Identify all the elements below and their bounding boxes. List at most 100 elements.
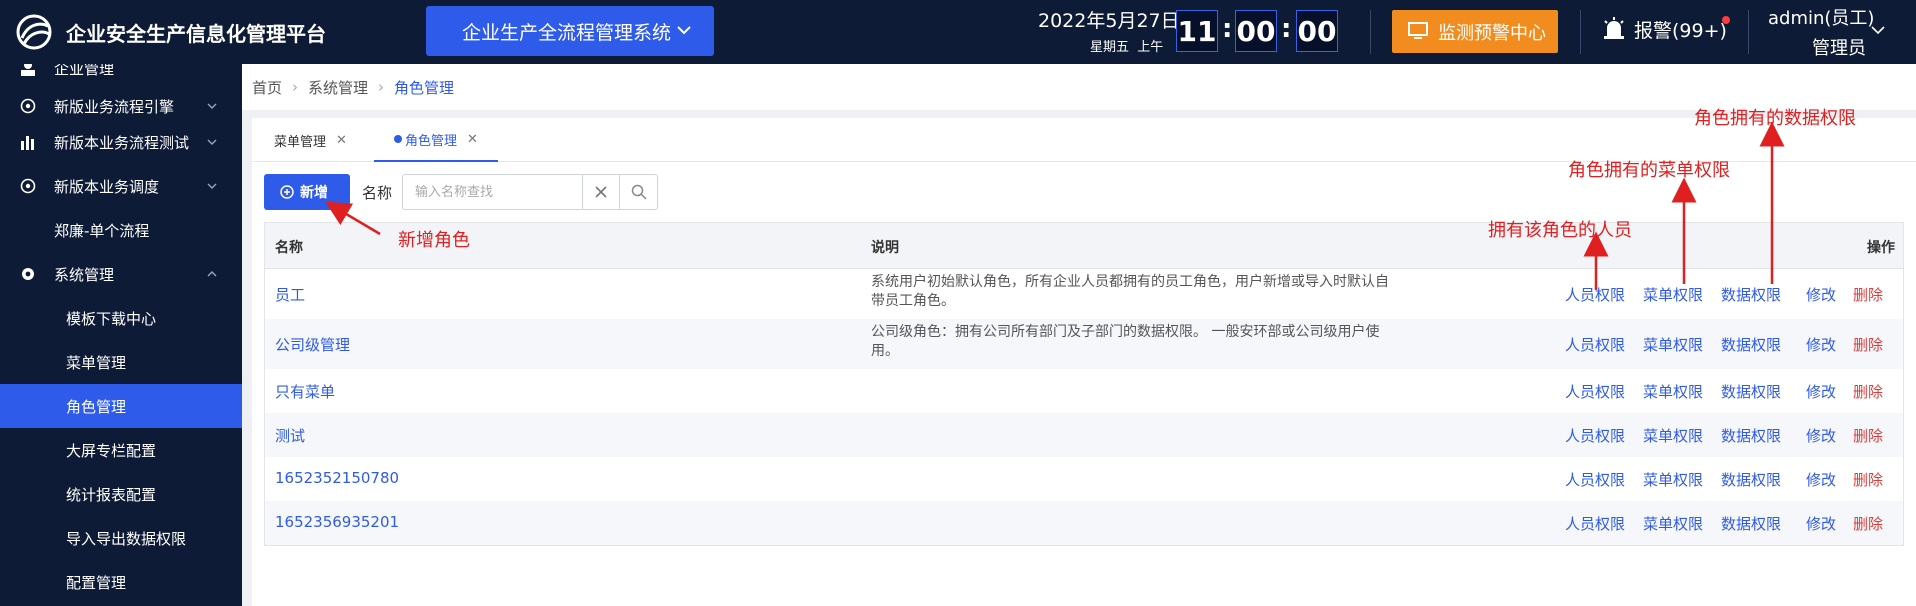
annotation-menu-permission: 角色拥有的菜单权限: [1568, 160, 1730, 181]
alarm-badge-dot: [1722, 16, 1730, 24]
sidebar-item-workflow-test[interactable]: 新版本业务流程测试: [0, 120, 242, 164]
sidebar-item-import-export-permission[interactable]: 导入导出数据权限: [0, 516, 242, 560]
sidebar-item-system-management[interactable]: 系统管理: [0, 252, 242, 296]
role-description: 公司级角色：拥有公司所有部门及子部门的数据权限。 一般安环部或公司级用户使 用。: [871, 323, 1451, 361]
gear-icon: [22, 268, 34, 280]
sidebar-item-role-management[interactable]: 角色管理: [0, 384, 242, 428]
people-permission-link[interactable]: 人员权限: [1565, 381, 1625, 402]
alarm-label: 报警(99+): [1634, 20, 1727, 42]
sidebar-item-config-management[interactable]: 配置管理: [0, 560, 242, 604]
user-name[interactable]: admin(员工): [1768, 4, 1874, 30]
people-permission-link[interactable]: 人员权限: [1565, 513, 1625, 534]
content-panel: 菜单管理 ✕ 角色管理 ✕ 新增 名称 名称 说明 操作 员工 系统用户初始默认角…: [252, 118, 1916, 606]
bar-chart-icon: [21, 136, 34, 150]
menu-permission-link[interactable]: 菜单权限: [1643, 425, 1703, 446]
role-name-link[interactable]: 只有菜单: [275, 381, 335, 402]
edit-link[interactable]: 修改: [1806, 381, 1836, 402]
data-permission-link[interactable]: 数据权限: [1721, 334, 1781, 355]
sidebar-item-report-config[interactable]: 统计报表配置: [0, 472, 242, 516]
weekday-text: 星期五 上午: [1090, 36, 1163, 55]
edit-link[interactable]: 修改: [1806, 334, 1836, 355]
role-name-link[interactable]: 1652356935201: [275, 513, 399, 531]
app-title: 企业安全生产信息化管理平台: [66, 22, 326, 46]
role-description: 系统用户初始默认角色，所有企业人员都拥有的员工角色，用户新增或导入时默认自 带员工…: [871, 273, 1451, 311]
delete-link[interactable]: 删除: [1853, 284, 1883, 305]
breadcrumb-home[interactable]: 首页: [252, 77, 282, 98]
annotation-add-role: 新增角色: [398, 230, 470, 251]
data-permission-link[interactable]: 数据权限: [1721, 284, 1781, 305]
sidebar-item-bigscreen-config[interactable]: 大屏专栏配置: [0, 428, 242, 472]
people-permission-link[interactable]: 人员权限: [1565, 469, 1625, 490]
active-dot-icon: [394, 135, 402, 143]
clear-search-button[interactable]: [582, 174, 620, 210]
sidebar-item-label: 导入导出数据权限: [66, 529, 187, 548]
monitor-center-label: 监测预警中心: [1438, 22, 1546, 44]
delete-link[interactable]: 删除: [1853, 334, 1883, 355]
system-select[interactable]: 企业生产全流程管理系统: [426, 6, 714, 56]
chevron-down-icon[interactable]: [1870, 22, 1886, 38]
sidebar-item-menu-management[interactable]: 菜单管理: [0, 340, 242, 384]
data-permission-link[interactable]: 数据权限: [1721, 469, 1781, 490]
annotation-people: 拥有该角色的人员: [1488, 220, 1632, 241]
menu-permission-link[interactable]: 菜单权限: [1643, 334, 1703, 355]
chevron-down-icon: [207, 183, 217, 189]
user-icon: [21, 64, 35, 76]
search-button[interactable]: [620, 174, 658, 210]
table-row: 只有菜单 人员权限 菜单权限 数据权限 修改 删除: [265, 369, 1903, 413]
menu-permission-link[interactable]: 菜单权限: [1643, 284, 1703, 305]
delete-link[interactable]: 删除: [1853, 513, 1883, 534]
table-row: 1652356935201 人员权限 菜单权限 数据权限 修改 删除: [265, 501, 1903, 545]
edit-link[interactable]: 修改: [1806, 284, 1836, 305]
role-description-line: 用。: [871, 343, 899, 359]
header-divider: [1748, 10, 1749, 54]
tab-role-management[interactable]: 角色管理 ✕: [374, 118, 498, 162]
table-header: 名称 说明 操作: [265, 223, 1903, 269]
role-description-line: 带员工角色。: [871, 293, 955, 309]
sidebar: 企业管理 新版业务流程引擎 新版本业务流程测试 新版本业务调度 郑廉-单个流程 …: [0, 64, 242, 606]
breadcrumb-system[interactable]: 系统管理: [308, 77, 368, 98]
close-icon[interactable]: ✕: [467, 132, 478, 147]
menu-permission-link[interactable]: 菜单权限: [1643, 381, 1703, 402]
sidebar-item-label: 郑廉-单个流程: [54, 221, 150, 240]
data-permission-link[interactable]: 数据权限: [1721, 381, 1781, 402]
clock-separator: :: [1222, 14, 1233, 44]
tab-menu-management[interactable]: 菜单管理 ✕: [274, 118, 355, 162]
delete-link[interactable]: 删除: [1853, 425, 1883, 446]
breadcrumb-separator-icon: ›: [378, 78, 385, 96]
delete-link[interactable]: 删除: [1853, 381, 1883, 402]
breadcrumb-current: 角色管理: [394, 78, 455, 97]
monitor-center-button[interactable]: 监测预警中心: [1392, 10, 1558, 53]
role-name-link[interactable]: 员工: [275, 284, 305, 305]
role-name-link[interactable]: 1652352150780: [275, 469, 399, 487]
role-name-link[interactable]: 测试: [275, 425, 305, 446]
menu-permission-link[interactable]: 菜单权限: [1643, 513, 1703, 534]
alarm-button[interactable]: 报警(99+): [1602, 16, 1727, 43]
sidebar-item-single-process[interactable]: 郑廉-单个流程: [0, 208, 242, 252]
role-name-link[interactable]: 公司级管理: [275, 334, 350, 355]
people-permission-link[interactable]: 人员权限: [1565, 334, 1625, 355]
data-permission-link[interactable]: 数据权限: [1721, 513, 1781, 534]
people-permission-link[interactable]: 人员权限: [1565, 284, 1625, 305]
sidebar-item-template-download[interactable]: 模板下载中心: [0, 296, 242, 340]
sidebar-item-label: 角色管理: [66, 397, 127, 416]
column-header-description: 说明: [871, 240, 899, 256]
people-permission-link[interactable]: 人员权限: [1565, 425, 1625, 446]
search-icon: [631, 184, 647, 200]
data-permission-link[interactable]: 数据权限: [1721, 425, 1781, 446]
add-role-button[interactable]: 新增: [264, 174, 350, 210]
sidebar-item-scheduling[interactable]: 新版本业务调度: [0, 164, 242, 208]
table-row: 公司级管理 公司级角色：拥有公司所有部门及子部门的数据权限。 一般安环部或公司级用…: [265, 319, 1903, 369]
gear-circle-icon: [20, 178, 36, 194]
menu-permission-link[interactable]: 菜单权限: [1643, 469, 1703, 490]
name-search-input[interactable]: [402, 174, 582, 210]
close-icon[interactable]: ✕: [336, 133, 347, 148]
delete-link[interactable]: 删除: [1853, 469, 1883, 490]
column-header-name: 名称: [275, 240, 303, 256]
sidebar-item-label: 新版业务流程引擎: [54, 97, 175, 116]
name-filter-label: 名称: [362, 184, 393, 202]
user-role[interactable]: 管理员: [1812, 34, 1866, 60]
edit-link[interactable]: 修改: [1806, 513, 1836, 534]
chevron-up-icon: [207, 271, 217, 277]
edit-link[interactable]: 修改: [1806, 469, 1836, 490]
edit-link[interactable]: 修改: [1806, 425, 1836, 446]
